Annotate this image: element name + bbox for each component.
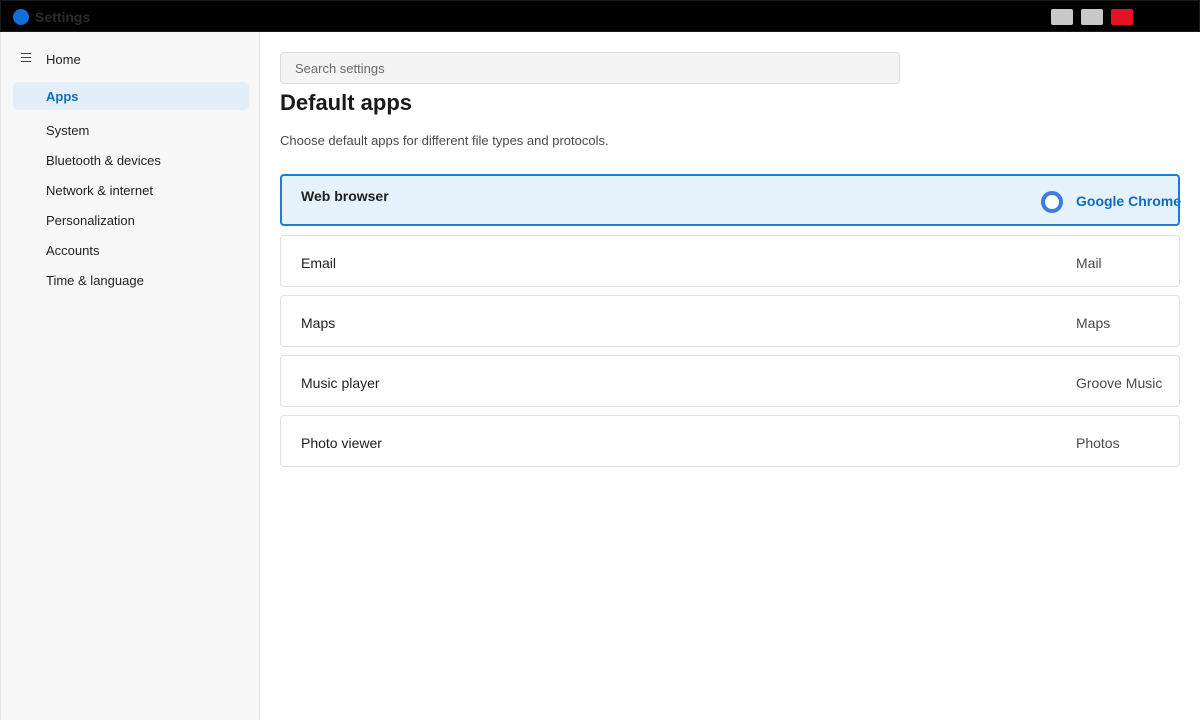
page-title: Default apps [280, 90, 413, 115]
sidebar-home[interactable]: Home [46, 52, 81, 67]
radio-icon[interactable] [1041, 191, 1063, 213]
sidebar-item-accounts[interactable]: Accounts [13, 236, 249, 264]
default-app-row-email[interactable]: Email Mail [280, 235, 1180, 287]
sidebar-item-label: System [46, 123, 90, 138]
row-value[interactable]: Google Chrome [1076, 193, 1181, 209]
maximize-button[interactable] [1081, 9, 1103, 25]
sidebar-item-label: Apps [46, 89, 79, 104]
row-value[interactable]: Photos [1076, 435, 1120, 451]
row-value[interactable]: Maps [1076, 315, 1110, 331]
default-app-row-photo-viewer[interactable]: Photo viewer Photos [280, 415, 1180, 467]
sidebar-item-personalization[interactable]: Personalization [13, 206, 249, 234]
row-label: Music player [301, 375, 380, 391]
row-label: Maps [301, 315, 336, 331]
row-value[interactable]: Mail [1076, 255, 1102, 271]
close-button[interactable] [1111, 9, 1133, 25]
sidebar-item-label: Personalization [46, 213, 135, 228]
sidebar-item-system[interactable]: System [13, 116, 249, 144]
row-label: Email [301, 255, 337, 271]
row-label: Photo viewer [301, 435, 382, 451]
sidebar: Home Apps System Bluetooth & devices Net… [0, 32, 260, 720]
sidebar-item-label: Time & language [46, 273, 144, 288]
app-logo-icon [13, 9, 29, 25]
row-label: Web browser [301, 188, 389, 204]
default-app-row-music-player[interactable]: Music player Groove Music [280, 355, 1180, 407]
minimize-button[interactable] [1051, 9, 1073, 25]
sidebar-item-apps[interactable]: Apps [13, 82, 249, 110]
page-description: Choose default apps for different file t… [280, 133, 609, 148]
sidebar-item-time-language[interactable]: Time & language [13, 266, 249, 294]
search-input[interactable] [280, 52, 900, 84]
window-title: Settings [35, 9, 91, 25]
sidebar-item-label: Accounts [46, 243, 100, 258]
default-app-row-web-browser[interactable]: Web browser Google Chrome [280, 174, 1181, 226]
sidebar-item-label: Bluetooth & devices [46, 153, 161, 168]
row-value[interactable]: Groove Music [1076, 375, 1162, 391]
sidebar-item-bluetooth-devices[interactable]: Bluetooth & devices [13, 146, 249, 174]
sidebar-item-label: Network & internet [46, 183, 153, 198]
default-app-row-maps[interactable]: Maps Maps [280, 295, 1180, 347]
title-bar: Settings [0, 0, 1200, 32]
menu-icon[interactable] [21, 53, 31, 62]
sidebar-item-network-internet[interactable]: Network & internet [13, 176, 249, 204]
